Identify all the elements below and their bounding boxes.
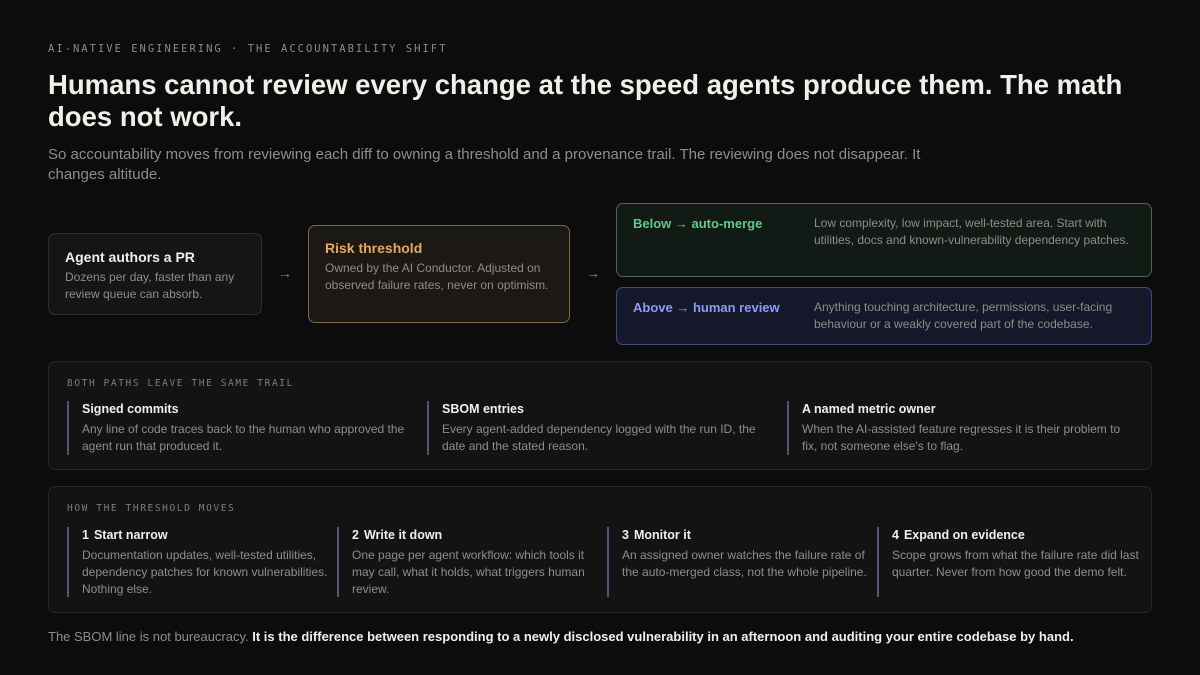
step-number: 3 xyxy=(622,528,629,542)
trail-item: SBOM entries Every agent-added dependenc… xyxy=(427,401,777,455)
step-title: 3 Monitor it xyxy=(622,527,869,544)
footer-emphasis: It is the difference between responding … xyxy=(252,629,1074,644)
step-item: 3 Monitor it An assigned owner watches th… xyxy=(607,527,869,597)
trail-item-title: A named metric owner xyxy=(802,402,936,416)
risk-threshold-title: Risk threshold xyxy=(325,240,423,256)
agent-pr-title: Agent authors a PR xyxy=(65,249,195,265)
human-review-route-card: Above → human review Anything touching a… xyxy=(616,287,1152,345)
trail-item-title: Signed commits xyxy=(82,402,179,416)
flow-arrow-icon: → xyxy=(278,265,292,281)
auto-merge-description: Low complexity, low impact, well-tested … xyxy=(814,216,1129,247)
step-body: One page per agent workflow: which tools… xyxy=(352,548,585,596)
risk-threshold-body: Owned by the AI Conductor. Adjusted on o… xyxy=(325,261,549,292)
step-item: 2 Write it down One page per agent workfl… xyxy=(337,527,599,597)
eyebrow: AI-NATIVE ENGINEERING · THE ACCOUNTABILI… xyxy=(48,43,448,55)
trail-item-body: Any line of code traces back to the huma… xyxy=(82,422,405,453)
step-title-text: Start narrow xyxy=(93,528,168,542)
page-title: Humans cannot review every change at the… xyxy=(48,69,1123,132)
human-review-label: Above → human review xyxy=(633,300,780,315)
trail-item-body: When the AI-assisted feature regresses i… xyxy=(802,422,1121,453)
step-title: 1 Start narrow xyxy=(82,527,329,544)
step-title-text: Monitor it xyxy=(633,528,691,542)
trail-item: A named metric owner When the AI-assiste… xyxy=(787,401,1137,455)
slide: AI-NATIVE ENGINEERING · THE ACCOUNTABILI… xyxy=(0,0,1200,675)
step-title: 4 Expand on evidence xyxy=(892,527,1139,544)
trail-item-title: SBOM entries xyxy=(442,402,524,416)
step-title-text: Write it down xyxy=(363,528,443,542)
auto-merge-route-card: Below → auto-merge Low complexity, low i… xyxy=(616,203,1152,277)
trail-panel-label: BOTH PATHS LEAVE THE SAME TRAIL xyxy=(67,378,294,389)
step-item: 1 Start narrow Documentation updates, wel… xyxy=(67,527,329,597)
step-body: Scope grows from what the failure rate d… xyxy=(892,548,1139,579)
subtitle: So accountability moves from reviewing e… xyxy=(48,146,921,183)
auto-merge-label: Below → auto-merge xyxy=(633,216,763,231)
step-title: 2 Write it down xyxy=(352,527,599,544)
risk-threshold-card: Risk threshold Owned by the AI Conductor… xyxy=(308,225,570,323)
trail-item: Signed commits Any line of code traces b… xyxy=(67,401,417,455)
step-number: 4 xyxy=(892,528,899,542)
step-item: 4 Expand on evidence Scope grows from wha… xyxy=(877,527,1139,597)
trail-panel: BOTH PATHS LEAVE THE SAME TRAIL Signed c… xyxy=(48,361,1152,470)
step-title-text: Expand on evidence xyxy=(903,528,1025,542)
step-number: 2 xyxy=(352,528,359,542)
flow-arrow-icon: → xyxy=(586,265,600,281)
steps-panel-label: HOW THE THRESHOLD MOVES xyxy=(67,503,236,514)
step-body: Documentation updates, well-tested utili… xyxy=(82,548,328,596)
trail-item-body: Every agent-added dependency logged with… xyxy=(442,422,756,453)
agent-pr-card: Agent authors a PR Dozens per day, faste… xyxy=(48,233,262,315)
step-body: An assigned owner watches the failure ra… xyxy=(622,548,867,579)
footer-note: The SBOM line is not bureaucracy. It is … xyxy=(48,628,1158,646)
agent-pr-body: Dozens per day, faster than any review q… xyxy=(65,270,235,301)
step-number: 1 xyxy=(82,528,89,542)
footer-lead: The SBOM line is not bureaucracy. xyxy=(48,629,249,644)
human-review-description: Anything touching architecture, permissi… xyxy=(814,300,1113,331)
threshold-steps-panel: HOW THE THRESHOLD MOVES 1 Start narrow Do… xyxy=(48,486,1152,613)
